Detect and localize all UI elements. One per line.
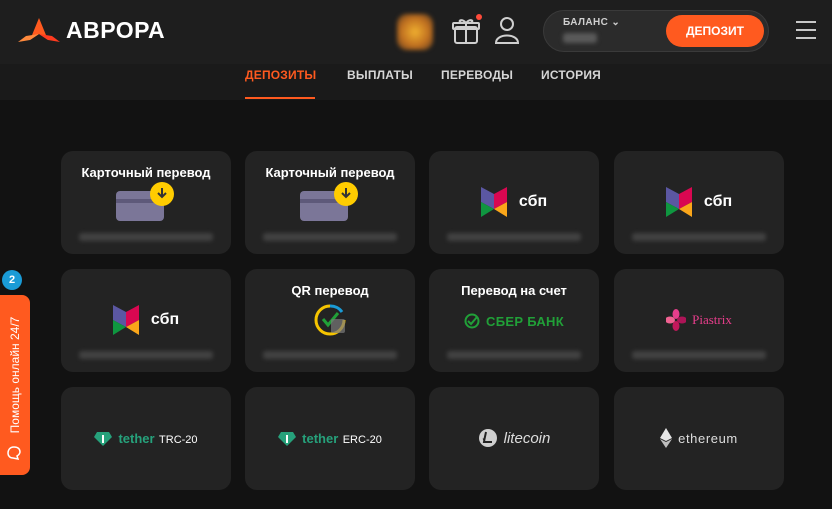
gift-icon[interactable] <box>452 16 480 46</box>
help-notification-badge: 2 <box>2 270 22 290</box>
card-sub-blurred <box>263 351 397 359</box>
payment-account-transfer[interactable]: Перевод на счет СБЕР БАНК <box>429 269 599 372</box>
card-title: Карточный перевод <box>81 165 211 180</box>
qr-logo-icon <box>314 304 346 336</box>
notification-dot <box>476 14 482 20</box>
sbp-logo-icon <box>112 305 139 335</box>
tether-logo-icon <box>278 432 297 446</box>
logo-text: АВРОРА <box>66 16 166 43</box>
payment-sbp-3[interactable]: сбп <box>61 269 231 372</box>
active-tab-indicator <box>245 97 315 99</box>
payment-piastrix[interactable]: Piastrix <box>614 269 784 372</box>
brand-text: litecoin <box>503 429 551 447</box>
logo[interactable]: АВРОРА <box>18 16 165 44</box>
card-title: Перевод на счет <box>461 283 567 298</box>
balance-value-blurred <box>563 33 597 43</box>
tab-bar: ДЕПОЗИТЫ ВЫПЛАТЫ ПЕРЕВОДЫ ИСТОРИЯ <box>0 64 832 100</box>
sber-logo-icon <box>464 313 480 329</box>
balance-label: БАЛАНС ⌄ <box>563 17 621 28</box>
download-arrow-icon <box>150 182 174 206</box>
sber-brand: СБЕР БАНК <box>429 313 599 334</box>
payment-sbp-1[interactable]: сбп <box>429 151 599 254</box>
tab-transfers[interactable]: ПЕРЕВОДЫ <box>441 68 513 82</box>
card-sub-blurred <box>632 233 766 241</box>
user-icon[interactable] <box>494 15 520 45</box>
brand-text: сбп <box>518 193 548 210</box>
brand-sub: TRC-20 <box>159 434 198 446</box>
brand-text: tether <box>302 431 339 446</box>
help-tab-label: Помощь онлайн 24/7 <box>8 316 22 434</box>
chevron-down-icon: ⌄ <box>611 17 621 28</box>
brand-text: ethereum <box>678 430 738 446</box>
payment-ethereum[interactable]: ethereum <box>614 387 784 490</box>
sbp-brand: сбп <box>429 187 599 222</box>
card-title: Карточный перевод <box>265 165 395 180</box>
qr-brand <box>245 303 415 342</box>
hamburger-menu-icon[interactable] <box>796 21 816 39</box>
help-tab[interactable]: Помощь онлайн 24/7 <box>0 295 30 475</box>
piastrix-brand: Piastrix <box>614 309 784 336</box>
ethereum-brand: ethereum <box>614 428 784 453</box>
brand-text: tether <box>118 431 155 446</box>
payment-card-transfer-2[interactable]: Карточный перевод <box>245 151 415 254</box>
deposit-button[interactable]: ДЕПОЗИТ <box>666 15 764 47</box>
brand-text: Piastrix <box>692 312 732 327</box>
payment-card-transfer-1[interactable]: Карточный перевод <box>61 151 231 254</box>
sbp-logo-icon <box>665 187 692 217</box>
brand-sub: ERC-20 <box>342 434 382 446</box>
ethereum-logo-icon <box>660 428 673 448</box>
aurora-logo-icon <box>18 18 60 42</box>
balance-panel[interactable]: БАЛАНС ⌄ ДЕПОЗИТ <box>543 10 769 52</box>
sbp-brand: сбп <box>614 187 784 222</box>
payment-qr-transfer[interactable]: QR перевод <box>245 269 415 372</box>
payment-sbp-2[interactable]: сбп <box>614 151 784 254</box>
card-sub-blurred <box>79 351 213 359</box>
download-arrow-icon <box>334 182 358 206</box>
tether-brand: tether ERC-20 <box>245 430 415 451</box>
card-sub-blurred <box>263 233 397 241</box>
chat-bubble-icon <box>7 446 21 460</box>
card-sub-blurred <box>632 351 766 359</box>
card-sub-blurred <box>79 233 213 241</box>
card-title: QR перевод <box>291 283 369 298</box>
litecoin-brand: litecoin <box>429 428 599 453</box>
card-sub-blurred <box>447 351 581 359</box>
payment-litecoin[interactable]: litecoin <box>429 387 599 490</box>
sbp-brand: сбп <box>61 305 231 340</box>
tab-withdrawals[interactable]: ВЫПЛАТЫ <box>347 68 413 82</box>
brand-text: сбп <box>703 193 733 210</box>
tether-logo-icon <box>94 432 113 446</box>
litecoin-logo-icon <box>478 429 497 447</box>
payment-tether-erc20[interactable]: tether ERC-20 <box>245 387 415 490</box>
top-bar: АВРОРА БАЛАНС ⌄ ДЕПОЗИТ <box>0 0 832 64</box>
tab-deposits[interactable]: ДЕПОЗИТЫ <box>245 68 316 82</box>
brand-text: СБЕР БАНК <box>486 313 564 329</box>
tether-brand: tether TRC-20 <box>61 430 231 451</box>
brand-text: сбп <box>150 311 180 328</box>
tab-history[interactable]: ИСТОРИЯ <box>541 68 601 82</box>
card-sub-blurred <box>447 233 581 241</box>
piastrix-logo-icon <box>666 309 687 331</box>
sbp-logo-icon <box>480 187 507 217</box>
avatar[interactable] <box>397 14 433 50</box>
payment-tether-trc20[interactable]: tether TRC-20 <box>61 387 231 490</box>
